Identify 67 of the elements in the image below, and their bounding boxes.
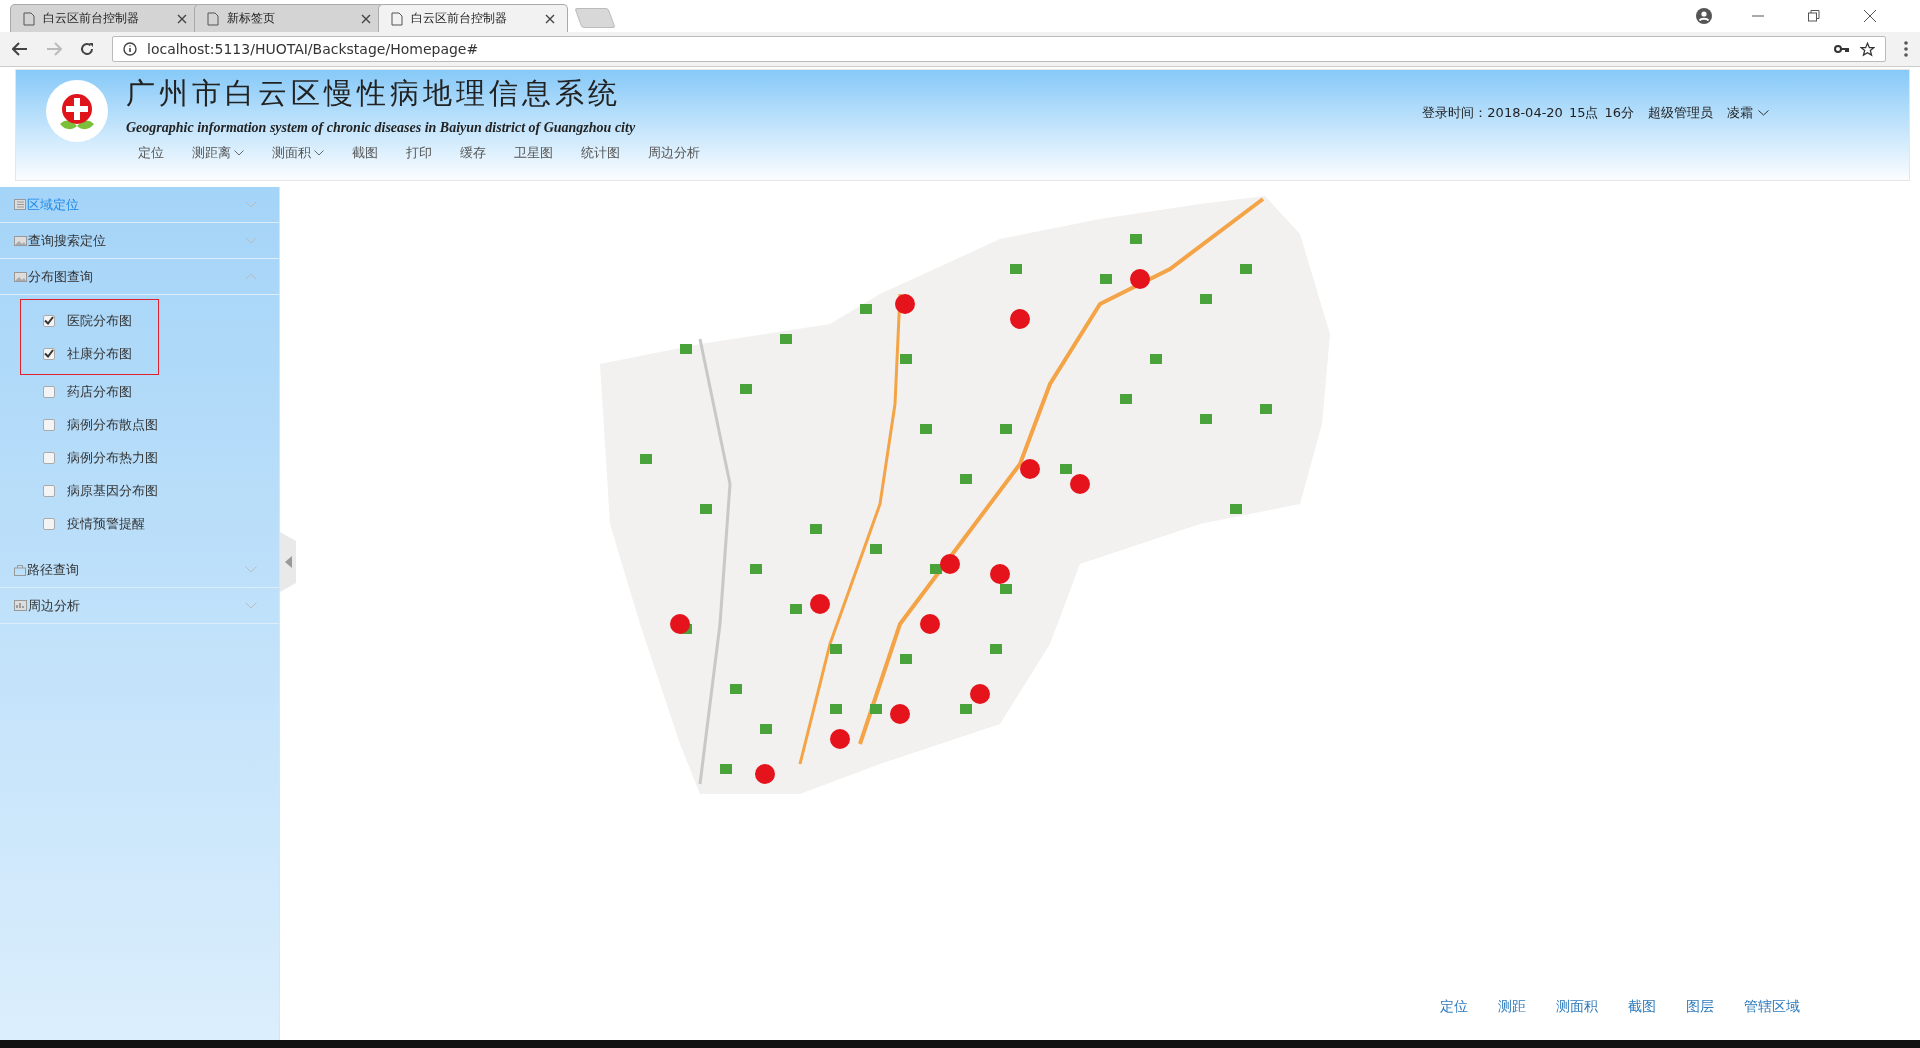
map-tool-link[interactable]: 测面积	[1556, 998, 1598, 1016]
accordion-header[interactable]: 查询搜索定位	[0, 223, 279, 259]
browser-tab[interactable]: 白云区前台控制器	[378, 4, 568, 32]
map-tool-link[interactable]: 定位	[1440, 998, 1468, 1016]
accordion-header[interactable]: 路径查询	[0, 552, 279, 588]
nav-link[interactable]: 缓存	[446, 144, 500, 162]
list-icon	[14, 199, 26, 210]
nav-link[interactable]: 统计图	[567, 144, 634, 162]
layer-checkbox[interactable]: 病原基因分布图	[20, 474, 279, 507]
chevron-down-icon	[245, 602, 257, 609]
accordion-header[interactable]: 周边分析	[0, 588, 279, 624]
map-tool-link[interactable]: 测距	[1498, 998, 1526, 1016]
map-tool-link[interactable]: 图层	[1686, 998, 1714, 1016]
map-tool-link[interactable]: 截图	[1628, 998, 1656, 1016]
nav-link[interactable]: 打印	[392, 144, 446, 162]
user-menu[interactable]: 凌霜	[1727, 104, 1769, 122]
nav-link[interactable]: 周边分析	[634, 144, 714, 162]
layer-checkbox[interactable]: 病例分布热力图	[20, 441, 279, 474]
menu-icon[interactable]	[1904, 41, 1908, 57]
user-role: 超级管理员	[1648, 104, 1713, 122]
layer-checkbox[interactable]: 药店分布图	[20, 375, 279, 408]
chevron-down-icon	[245, 201, 257, 208]
nav-link[interactable]: 卫星图	[500, 144, 567, 162]
key-icon[interactable]	[1834, 44, 1850, 54]
login-label: 登录时间：2018-04-20	[1422, 104, 1563, 122]
nav-link[interactable]: 定位	[126, 144, 178, 162]
bag-icon	[14, 563, 26, 576]
chevron-down-icon	[245, 237, 257, 244]
layer-checkbox[interactable]: 疫情预警提醒	[20, 507, 279, 540]
back-icon[interactable]	[12, 42, 28, 56]
chevron-down-icon	[245, 566, 257, 573]
close-icon[interactable]	[361, 13, 371, 24]
chevron-down-icon	[314, 150, 324, 156]
image-icon	[14, 235, 27, 246]
address-bar[interactable]: localhost:5113/HUOTAI/Backstage/Homepage#	[112, 36, 1886, 62]
system-title: 广州市白云区慢性病地理信息系统	[126, 75, 622, 112]
chevron-down-icon	[1758, 110, 1769, 116]
layer-checkbox[interactable]: 病例分布散点图	[20, 408, 279, 441]
image-icon	[14, 271, 27, 282]
close-icon[interactable]	[177, 13, 187, 24]
page-icon	[23, 11, 35, 26]
layer-checkbox[interactable]: 社康分布图	[21, 337, 158, 370]
page-icon	[207, 11, 219, 26]
restore-icon[interactable]	[1808, 10, 1820, 22]
star-icon[interactable]	[1860, 41, 1875, 57]
reload-icon[interactable]	[80, 42, 94, 56]
page-icon	[391, 11, 403, 26]
system-subtitle: Geographic information system of chronic diseases in Baiyun district of Guangzhou city	[126, 120, 637, 136]
checkmark-icon	[44, 349, 54, 358]
chevron-up-icon	[245, 273, 257, 280]
info-icon	[123, 42, 137, 56]
logo-icon	[46, 80, 108, 142]
nav-link[interactable]: 测面积	[258, 144, 338, 162]
triangle-left-icon	[284, 556, 292, 568]
account-icon[interactable]	[1696, 8, 1712, 24]
chart-icon	[14, 600, 27, 611]
chevron-down-icon	[234, 150, 244, 156]
close-icon[interactable]	[1864, 10, 1876, 22]
checkmark-icon	[44, 316, 54, 325]
login-hour: 15点	[1568, 104, 1599, 122]
accordion-header[interactable]: 分布图查询	[0, 259, 279, 295]
map-tool-link[interactable]: 管辖区域	[1744, 998, 1800, 1016]
close-icon[interactable]	[545, 13, 555, 24]
nav-link[interactable]: 测距离	[178, 144, 258, 162]
layer-checkbox[interactable]: 医院分布图	[21, 304, 158, 337]
login-minute: 16分	[1604, 104, 1634, 122]
nav-link[interactable]: 截图	[338, 144, 392, 162]
